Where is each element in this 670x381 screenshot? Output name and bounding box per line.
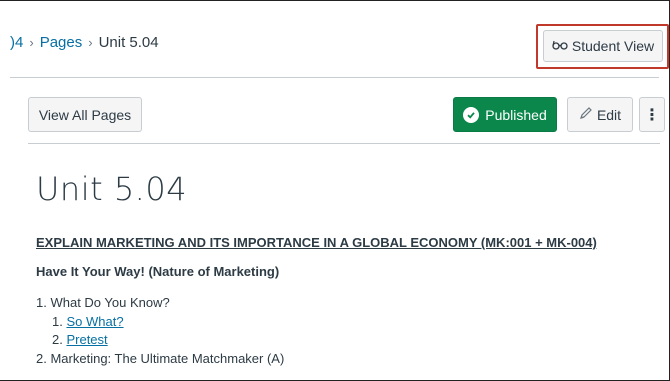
list-item: 1. So What? [36, 313, 284, 332]
more-options-button[interactable]: ⋮ [639, 97, 665, 132]
breadcrumb-separator: › [88, 35, 93, 50]
check-icon [463, 106, 480, 123]
view-all-pages-button[interactable]: View All Pages [28, 97, 142, 132]
list-text: Marketing: The Ultimate Matchmaker (A) [50, 350, 285, 366]
list-text: What Do You Know? [50, 295, 170, 310]
page-header: )4 › Pages › Unit 5.04 Student View [0, 0, 669, 78]
glasses-icon [552, 38, 568, 54]
pencil-icon [579, 106, 593, 123]
edit-button[interactable]: Edit [567, 97, 633, 132]
breadcrumb-pages-link[interactable]: Pages [40, 34, 83, 51]
toolbar-divider [28, 143, 660, 144]
published-label: Published [485, 106, 547, 123]
list-item: 2. Pretest [36, 331, 284, 350]
student-view-button[interactable]: Student View [543, 30, 663, 62]
breadcrumb-course-link[interactable]: )4 [10, 34, 23, 51]
list-item: 1. What Do You Know? [36, 294, 284, 313]
student-view-label: Student View [571, 38, 655, 54]
so-what-link[interactable]: So What? [66, 314, 123, 329]
page-title: Unit 5.04 [36, 170, 188, 208]
outline-list: 1. What Do You Know? 1. So What? 2. Pret… [36, 294, 284, 368]
list-number: 1. [36, 295, 47, 310]
breadcrumb-current: Unit 5.04 [98, 34, 159, 51]
breadcrumb: )4 › Pages › Unit 5.04 [10, 34, 159, 51]
list-number: 1. [52, 313, 63, 329]
edit-label: Edit [596, 106, 622, 123]
breadcrumb-separator: › [29, 35, 34, 50]
section-subheading: Have It Your Way! (Nature of Marketing) [36, 264, 280, 279]
list-number: 2. [36, 350, 47, 366]
list-number: 2. [52, 332, 63, 347]
published-button[interactable]: Published [453, 97, 557, 132]
pretest-link[interactable]: Pretest [66, 332, 107, 347]
list-item: 2. Marketing: The Ultimate Matchmaker (A… [36, 350, 284, 369]
objective-heading: EXPLAIN MARKETING AND ITS IMPORTANCE IN … [36, 235, 597, 250]
header-divider [10, 77, 659, 78]
